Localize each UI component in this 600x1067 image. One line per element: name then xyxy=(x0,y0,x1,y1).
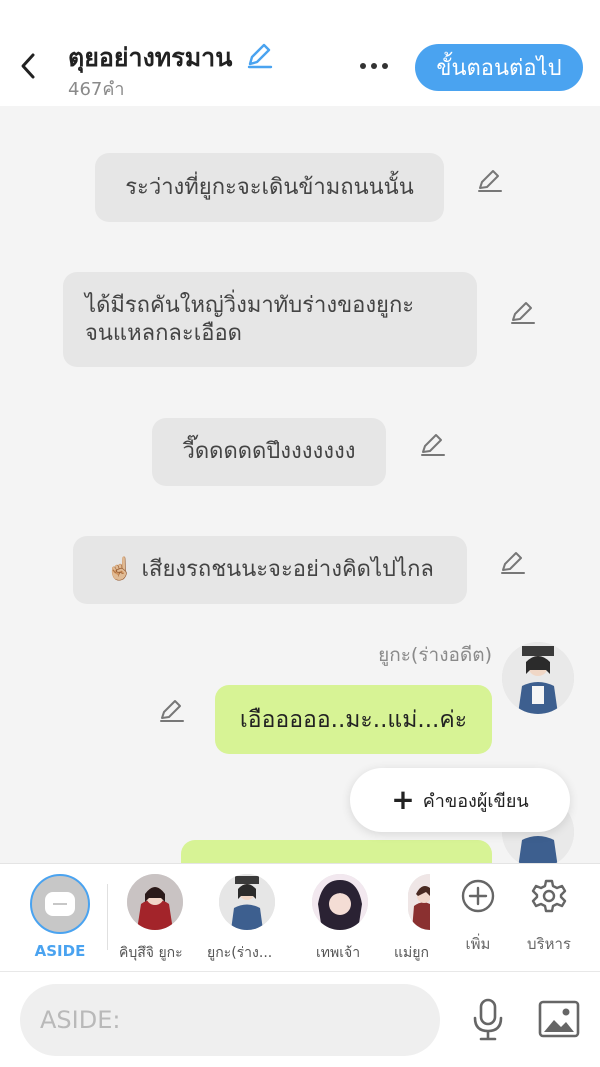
aside-selector[interactable] xyxy=(30,874,90,934)
edit-message-icon[interactable] xyxy=(475,166,503,194)
avatar-image xyxy=(312,874,368,930)
word-count: 467คำ xyxy=(68,79,125,100)
character-label-1: คิบุสึจิ ยูกะ xyxy=(119,945,183,961)
character-avatar-3[interactable] xyxy=(312,874,368,930)
more-horizontal-icon xyxy=(371,63,377,69)
chat-bubble-icon xyxy=(45,892,75,916)
message-input[interactable] xyxy=(20,984,440,1056)
gear-icon[interactable] xyxy=(531,878,567,914)
character-avatar-2[interactable] xyxy=(219,874,275,930)
narration-text: ระว่างที่ยูกะจะเดินข้ามถนนนั้น xyxy=(125,174,414,200)
story-title: ตุยอย่างทรมาน xyxy=(68,43,233,72)
edit-message-icon[interactable] xyxy=(418,430,446,458)
narration-text: เสียงรถชนนะจะอย่างคิดไปไกล xyxy=(141,557,434,582)
more-horizontal-icon xyxy=(360,63,366,69)
character-avatar[interactable] xyxy=(502,642,574,714)
next-step-button[interactable]: ขั้นตอนต่อไป xyxy=(415,44,583,91)
narration-bubble[interactable]: ได้มีรถคันใหญ่วิ่งมาทับร่างของยูกะ จนแหล… xyxy=(63,272,477,367)
microphone-icon[interactable] xyxy=(468,998,508,1042)
add-label: เพิ่ม xyxy=(465,935,491,953)
top-bar: ตุยอย่างทรมาน 467คำ ขั้นตอนต่อไป xyxy=(0,0,600,106)
back-button[interactable] xyxy=(14,48,42,84)
character-label-2: ยูกะ(ร่าง... xyxy=(207,945,273,961)
pointing-up-emoji-icon: ☝🏼 xyxy=(106,557,134,582)
narration-bubble[interactable]: วี๊ดดดดดปึงงงงงงง xyxy=(152,418,386,486)
narration-text-line-1: ได้มีรถคันใหญ่วิ่งมาทับร่างของยูกะ xyxy=(85,292,415,318)
sender-name: ยูกะ(ร่างอดีต) xyxy=(378,644,492,666)
dialogue-bubble[interactable] xyxy=(181,840,492,863)
manage-label: บริหาร xyxy=(527,935,571,953)
plus-icon: + xyxy=(391,783,415,816)
aside-label: ASIDE xyxy=(34,942,86,960)
chat-area[interactable]: ระว่างที่ยูกะจะเดินข้ามถนนนั้น ได้มีรถคั… xyxy=(0,106,600,863)
character-avatar-1[interactable] xyxy=(127,874,183,930)
edit-message-icon[interactable] xyxy=(498,548,526,576)
character-label-3: เทพเจ้า xyxy=(316,945,361,961)
character-avatar-4[interactable] xyxy=(408,874,430,930)
narration-bubble[interactable]: ☝🏼 เสียงรถชนนะจะอย่างคิดไปไกล xyxy=(73,536,467,604)
edit-message-icon[interactable] xyxy=(157,696,185,724)
dialogue-bubble[interactable]: เอือออออ..มะ..แม่...ค่ะ xyxy=(215,685,492,754)
more-horizontal-icon xyxy=(382,63,388,69)
more-options-button[interactable] xyxy=(350,48,398,84)
narration-bubble[interactable]: ระว่างที่ยูกะจะเดินข้ามถนนนั้น xyxy=(95,153,444,222)
avatar-image xyxy=(502,642,574,714)
edit-title-icon[interactable] xyxy=(244,40,274,70)
avatar-image xyxy=(219,874,275,930)
add-character-icon[interactable] xyxy=(460,878,496,914)
character-label-4: แม่ยูก xyxy=(394,945,429,961)
edit-message-icon[interactable] xyxy=(508,298,536,326)
message-input-bar xyxy=(0,971,600,1067)
author-note-label: คำของผู้เขียน xyxy=(422,790,529,812)
divider xyxy=(107,884,108,950)
narration-text-line-2: จนแหลกละเอือด xyxy=(85,320,242,346)
character-selector: ASIDE คิบุสึจิ ยูกะ ยูกะ(ร่าง... เทพเจ้า xyxy=(0,863,600,971)
add-author-note-button[interactable]: + คำของผู้เขียน xyxy=(350,768,570,832)
dialogue-text: เอือออออ..มะ..แม่...ค่ะ xyxy=(239,706,468,733)
avatar-image xyxy=(408,874,430,930)
chevron-left-icon xyxy=(21,53,35,79)
image-icon[interactable] xyxy=(538,1000,580,1038)
avatar-image xyxy=(127,874,183,930)
narration-text: วี๊ดดดดดปึงงงงงงง xyxy=(182,439,356,464)
